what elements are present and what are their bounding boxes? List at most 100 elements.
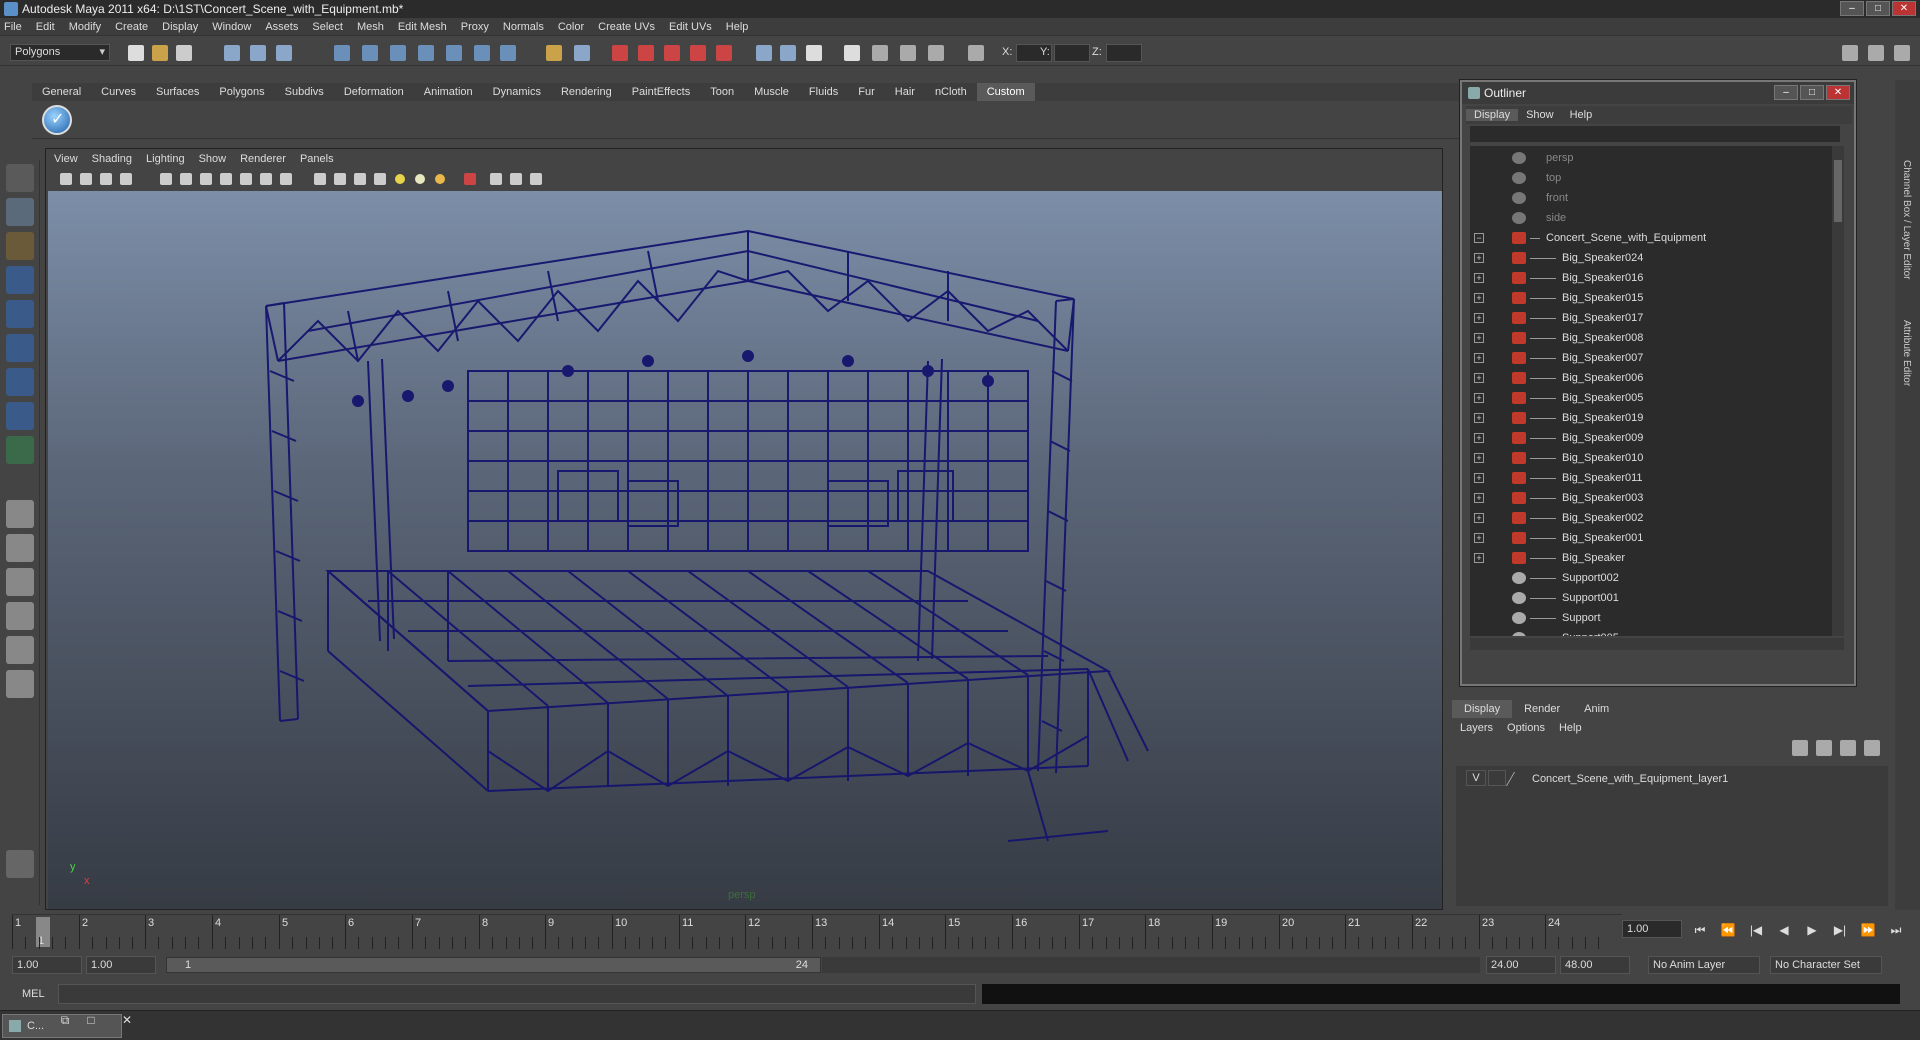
menu-create[interactable]: Create	[115, 21, 148, 33]
shelf-tab-muscle[interactable]: Muscle	[744, 83, 799, 101]
expand-icon[interactable]: +	[1474, 353, 1484, 363]
menu-mesh[interactable]: Mesh	[357, 21, 384, 33]
display-toggle-icon[interactable]	[806, 45, 822, 61]
snap-grid-icon[interactable]	[334, 45, 350, 61]
panel-layout-icon[interactable]	[1842, 45, 1858, 61]
shelf-tab-animation[interactable]: Animation	[414, 83, 483, 101]
shelf-tab-fur[interactable]: Fur	[848, 83, 885, 101]
shelf-tab-dynamics[interactable]: Dynamics	[483, 83, 551, 101]
script-editor-icon[interactable]	[6, 850, 34, 878]
create-layer-from-selected-icon[interactable]	[1864, 740, 1880, 756]
character-set-dropdown[interactable]: No Character Set	[1770, 956, 1882, 974]
outliner-item[interactable]: side	[1470, 208, 1832, 228]
step-back-frame-icon[interactable]: |◀	[1746, 920, 1766, 940]
expand-icon[interactable]: +	[1474, 393, 1484, 403]
hypershade-icon[interactable]	[690, 45, 706, 61]
outliner-vertical-scrollbar[interactable]	[1832, 146, 1844, 636]
outliner-item[interactable]: + Big_Speaker019	[1470, 408, 1832, 428]
mel-label[interactable]: MEL	[22, 988, 45, 1000]
render-view-icon[interactable]	[716, 45, 732, 61]
outliner-item[interactable]: + Big_Speaker009	[1470, 428, 1832, 448]
lock-icon[interactable]	[546, 45, 562, 61]
rotate-tool-icon[interactable]	[6, 300, 34, 328]
menu-display[interactable]: Display	[162, 21, 198, 33]
snap-surface-icon[interactable]	[446, 45, 462, 61]
playback-start-field[interactable]: 1.00	[86, 956, 156, 974]
outliner-item[interactable]: Support005	[1470, 628, 1832, 636]
transform-mode-icon[interactable]	[968, 45, 984, 61]
range-slider[interactable]: 1 24	[166, 957, 1480, 973]
menu-file[interactable]: File	[4, 21, 22, 33]
expand-icon[interactable]: +	[1474, 553, 1484, 563]
shelf-tab-hair[interactable]: Hair	[885, 83, 925, 101]
render-frame-icon[interactable]	[612, 45, 628, 61]
viewport-menu-shading[interactable]: Shading	[92, 153, 132, 165]
expand-icon[interactable]: +	[1474, 433, 1484, 443]
play-forwards-icon[interactable]: ▶	[1802, 920, 1822, 940]
outliner-item[interactable]: persp	[1470, 148, 1832, 168]
menu-create-uvs[interactable]: Create UVs	[598, 21, 655, 33]
render-settings-icon[interactable]	[664, 45, 680, 61]
layer-menu-options[interactable]: Options	[1507, 722, 1545, 734]
shelf-tab-surfaces[interactable]: Surfaces	[146, 83, 209, 101]
rename-icon[interactable]	[780, 45, 796, 61]
restore-icon[interactable]: ⧉	[56, 1013, 74, 1031]
shelf-tab-painteffects[interactable]: PaintEffects	[622, 83, 701, 101]
menu-proxy[interactable]: Proxy	[461, 21, 489, 33]
input-line-icon[interactable]	[756, 45, 772, 61]
new-scene-icon[interactable]	[128, 45, 144, 61]
split-layout-icon[interactable]	[6, 670, 34, 698]
step-forward-key-icon[interactable]: ⏩	[1858, 920, 1878, 940]
select-component-icon[interactable]	[276, 45, 292, 61]
animation-start-field[interactable]: 1.00	[12, 956, 82, 974]
expand-icon[interactable]: +	[1474, 253, 1484, 263]
soft-mod-tool-icon[interactable]	[6, 402, 34, 430]
expand-icon[interactable]: +	[1474, 413, 1484, 423]
expand-icon[interactable]: +	[1474, 273, 1484, 283]
play-backwards-icon[interactable]: ◀	[1774, 920, 1794, 940]
outliner-item[interactable]: top	[1470, 168, 1832, 188]
menu-assets[interactable]: Assets	[265, 21, 298, 33]
collapse-icon[interactable]: −	[1474, 233, 1484, 243]
channel-box-toggle-icon[interactable]	[1894, 45, 1910, 61]
select-hierarchy-icon[interactable]	[224, 45, 240, 61]
outliner-item[interactable]: + Big_Speaker	[1470, 548, 1832, 568]
snap-curve-icon[interactable]	[362, 45, 378, 61]
layer-tab-anim[interactable]: Anim	[1572, 700, 1621, 718]
menu-edit[interactable]: Edit	[36, 21, 55, 33]
viewport-toolbar-icons[interactable]	[46, 169, 566, 189]
snap-plane-icon[interactable]	[418, 45, 434, 61]
outliner-item[interactable]: + Big_Speaker010	[1470, 448, 1832, 468]
outliner-item[interactable]: + Big_Speaker024	[1470, 248, 1832, 268]
paint-select-tool-icon[interactable]	[6, 232, 34, 260]
move-tool-icon[interactable]	[6, 266, 34, 294]
snap-point-icon[interactable]	[390, 45, 406, 61]
single-pane-layout-icon[interactable]	[6, 500, 34, 528]
shelf-tab-rendering[interactable]: Rendering	[551, 83, 622, 101]
shelf-tab-ncloth[interactable]: nCloth	[925, 83, 977, 101]
step-back-key-icon[interactable]: ⏪	[1718, 920, 1738, 940]
history-icon[interactable]	[474, 45, 490, 61]
outliner-item[interactable]: + Big_Speaker001	[1470, 528, 1832, 548]
minimize-button[interactable]: –	[1840, 1, 1864, 16]
shelf-tab-curves[interactable]: Curves	[91, 83, 146, 101]
create-empty-layer-icon[interactable]	[1840, 740, 1856, 756]
menu-set-dropdown[interactable]: Polygons	[10, 44, 110, 61]
shelf-tab-deformation[interactable]: Deformation	[334, 83, 414, 101]
outliner-item[interactable]: + Big_Speaker008	[1470, 328, 1832, 348]
camera-toggle-icon[interactable]	[844, 45, 860, 61]
outliner-item[interactable]: + Big_Speaker011	[1470, 468, 1832, 488]
hypershade-layout-icon[interactable]	[6, 636, 34, 664]
outliner-item[interactable]: + Big_Speaker002	[1470, 508, 1832, 528]
anim-layer-dropdown[interactable]: No Anim Layer	[1648, 956, 1760, 974]
custom-shelf-checkmark-icon[interactable]	[42, 105, 72, 135]
outliner-title-bar[interactable]: Outliner – □ ✕	[1462, 82, 1854, 104]
expand-icon[interactable]: +	[1474, 373, 1484, 383]
current-frame-field[interactable]: 1.00	[1622, 920, 1682, 938]
menu-edit-uvs[interactable]: Edit UVs	[669, 21, 712, 33]
tool-settings-icon[interactable]	[872, 45, 888, 61]
channel-box-tab[interactable]: Channel Box / Layer Editor	[1901, 160, 1912, 280]
layer-tab-display[interactable]: Display	[1452, 700, 1513, 718]
attribute-editor-tab[interactable]: Attribute Editor	[1901, 320, 1912, 386]
menu-color[interactable]: Color	[558, 21, 584, 33]
